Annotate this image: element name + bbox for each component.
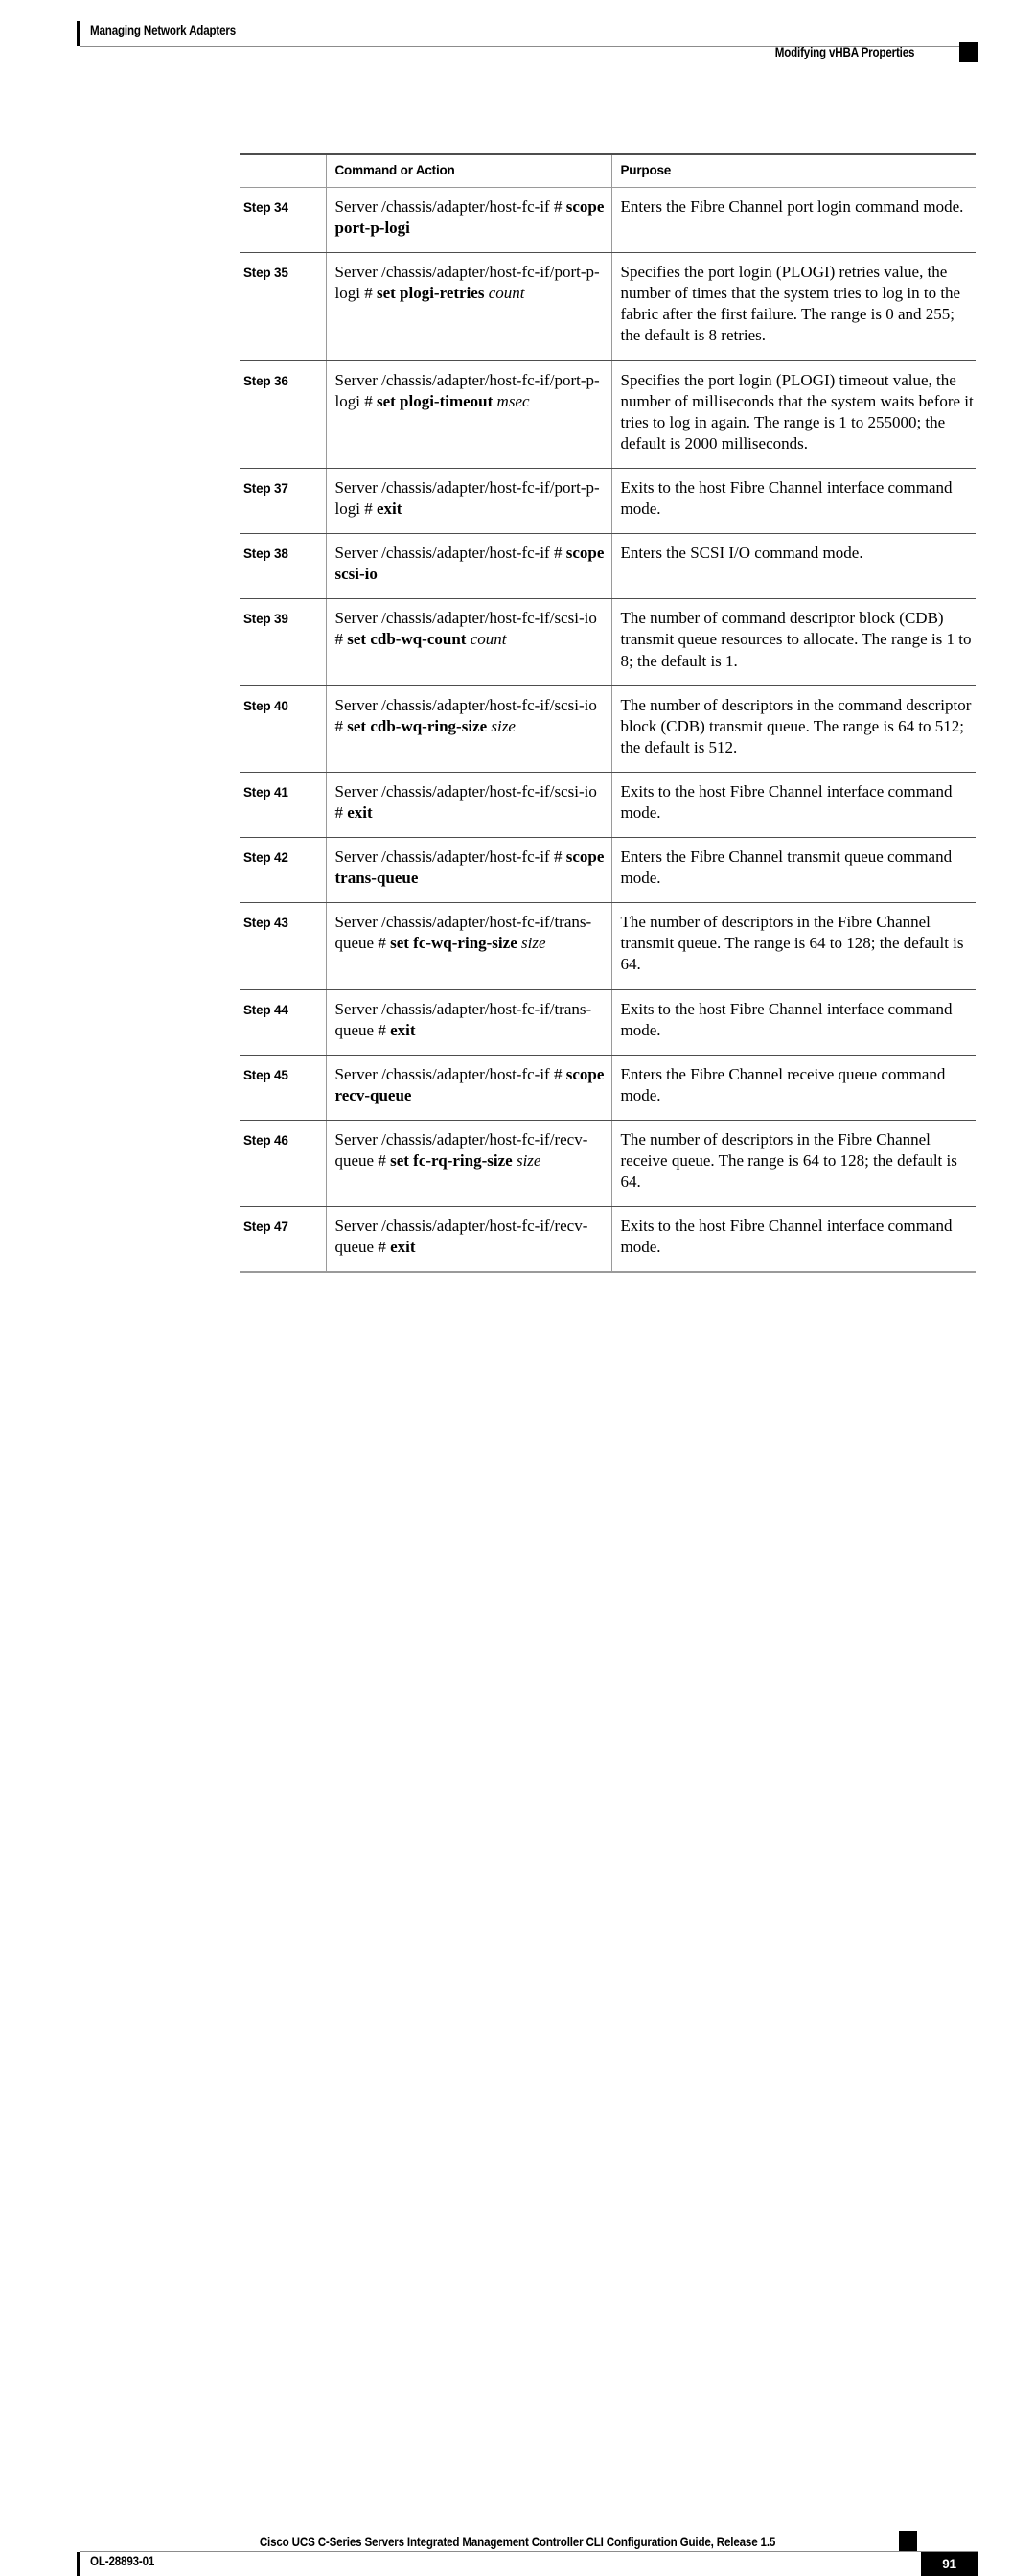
purpose-cell: The number of descriptors in the Fibre C… [611,902,976,990]
command-fragment: Server /chassis/adapter/host-fc-if/scsi-… [334,781,597,822]
purpose-cell: Exits to the host Fibre Channel interfac… [611,468,976,535]
command-fragment: Server /chassis/adapter/host-fc-if/port-… [334,477,600,519]
purpose-cell: The number of descriptors in the Fibre C… [611,1120,976,1208]
step-label: Step 37 [240,468,327,535]
column-header-step [240,153,327,188]
command-fragment: Server /chassis/adapter/host-fc-if/recv-… [334,1217,588,1257]
step-label: Step 42 [240,837,327,904]
command-or-action-cell: Server /chassis/adapter/host-fc-if # sco… [326,533,612,600]
table-row: Step 39 Server /chassis/adapter/host-fc-i… [240,598,976,686]
command-fragment: Server /chassis/adapter/host-fc-if # [334,544,566,563]
command-fragment: exit [376,499,402,519]
table-body: Step 34 Server /chassis/adapter/host-fc-i… [240,187,976,1274]
step-label: Step 46 [240,1120,327,1208]
command-or-action-cell: Server /chassis/adapter/host-fc-if # sco… [326,837,612,904]
command-or-action-cell: Server /chassis/adapter/host-fc-if/scsi-… [326,598,612,686]
procedure-table: Command or Action Purpose Step 34 Server … [240,153,976,1274]
purpose-cell: Specifies the port login (PLOGI) timeout… [611,360,976,469]
purpose-cell: Enters the Fibre Channel receive queue c… [611,1055,976,1121]
step-label: Step 36 [240,360,327,469]
table-row: Step 36 Server /chassis/adapter/host-fc-i… [240,360,976,469]
table-row: Step 38 Server /chassis/adapter/host-fc-i… [240,533,976,600]
command-fragment: Server /chassis/adapter/host-fc-if/trans… [334,999,592,1039]
command-fragment: set fc-rq-ring-size [390,1151,517,1170]
command-fragment: set cdb-wq-count [347,630,471,649]
column-header-command-or-action: Command or Action [326,153,612,188]
command-or-action-cell: Server /chassis/adapter/host-fc-if # sco… [326,187,612,254]
command-fragment: size [491,716,516,735]
footer-left-accent-rule [77,2552,80,2576]
command-fragment: set plogi-timeout [376,391,497,410]
command-or-action-cell: Server /chassis/adapter/host-fc-if/scsi-… [326,772,612,839]
footer-page-number: 91 [921,2552,978,2576]
command-fragment: set plogi-retries [376,284,489,303]
command-fragment: exit [347,802,373,822]
command-or-action-cell: Server /chassis/adapter/host-fc-if/scsi-… [326,685,612,773]
table-row: Step 35 Server /chassis/adapter/host-fc-i… [240,252,976,361]
command-or-action-cell: Server /chassis/adapter/host-fc-if # sco… [326,1055,612,1121]
command-fragment: count [488,284,525,303]
command-fragment: Server /chassis/adapter/host-fc-if # [334,1064,566,1083]
footer-guide-title: Cisco UCS C-Series Servers Integrated Ma… [259,2535,776,2549]
table-row: Step 40 Server /chassis/adapter/host-fc-i… [240,685,976,773]
command-or-action-cell: Server /chassis/adapter/host-fc-if/port-… [326,468,612,535]
footer-black-block [899,2531,917,2551]
step-label: Step 38 [240,533,327,600]
step-label: Step 43 [240,902,327,990]
purpose-cell: Enters the Fibre Channel transmit queue … [611,837,976,904]
table-row: Step 43 Server /chassis/adapter/host-fc-i… [240,902,976,990]
header-chapter-title: Managing Network Adapters [90,23,237,37]
header-section-title: Modifying vHBA Properties [774,45,914,59]
header-left-accent-rule [77,21,80,46]
table-row: Step 41 Server /chassis/adapter/host-fc-i… [240,772,976,839]
command-fragment: set fc-wq-ring-size [390,934,521,953]
step-label: Step 34 [240,187,327,254]
footer-doc-number: OL-28893-01 [90,2554,155,2568]
step-label: Step 41 [240,772,327,839]
table-row: Step 46 Server /chassis/adapter/host-fc-i… [240,1120,976,1208]
step-label: Step 39 [240,598,327,686]
purpose-cell: The number of command descriptor block (… [611,598,976,686]
command-fragment: set cdb-wq-ring-size [347,716,492,735]
purpose-cell: Specifies the port login (PLOGI) retries… [611,252,976,361]
table-row: Step 45 Server /chassis/adapter/host-fc-i… [240,1055,976,1121]
command-fragment: size [521,934,546,953]
command-or-action-cell: Server /chassis/adapter/host-fc-if/recv-… [326,1120,612,1208]
step-label: Step 40 [240,685,327,773]
header-right-black-block [959,42,978,62]
table-row: Step 34 Server /chassis/adapter/host-fc-i… [240,187,976,254]
table-row: Step 44 Server /chassis/adapter/host-fc-i… [240,989,976,1056]
page-running-footer: Cisco UCS C-Series Servers Integrated Ma… [0,1253,1035,2576]
table-row: Step 42 Server /chassis/adapter/host-fc-i… [240,837,976,904]
purpose-cell: Exits to the host Fibre Channel interfac… [611,772,976,839]
command-or-action-cell: Server /chassis/adapter/host-fc-if/port-… [326,252,612,361]
footer-horizontal-rule [80,2551,978,2552]
table-header: Command or Action Purpose [240,153,976,188]
command-or-action-cell: Server /chassis/adapter/host-fc-if/trans… [326,902,612,990]
page-running-header: Managing Network Adapters Modifying vHBA… [0,0,1035,86]
table-row: Step 37 Server /chassis/adapter/host-fc-i… [240,468,976,535]
command-fragment: exit [390,1020,416,1039]
purpose-cell: Enters the SCSI I/O command mode. [611,533,976,600]
step-label: Step 45 [240,1055,327,1121]
column-header-purpose: Purpose [611,153,976,188]
command-fragment: Server /chassis/adapter/host-fc-if # [334,197,566,216]
command-or-action-cell: Server /chassis/adapter/host-fc-if/port-… [326,360,612,469]
command-fragment: msec [496,391,530,410]
command-fragment: count [470,630,507,649]
step-label: Step 35 [240,252,327,361]
step-label: Step 44 [240,989,327,1056]
table-header-row: Command or Action Purpose [240,153,976,188]
command-fragment: Server /chassis/adapter/host-fc-if # [334,847,566,867]
purpose-cell: Enters the Fibre Channel port login comm… [611,187,976,254]
command-or-action-cell: Server /chassis/adapter/host-fc-if/trans… [326,989,612,1056]
purpose-cell: The number of descriptors in the command… [611,685,976,773]
command-fragment: size [516,1151,541,1170]
purpose-cell: Exits to the host Fibre Channel interfac… [611,989,976,1056]
